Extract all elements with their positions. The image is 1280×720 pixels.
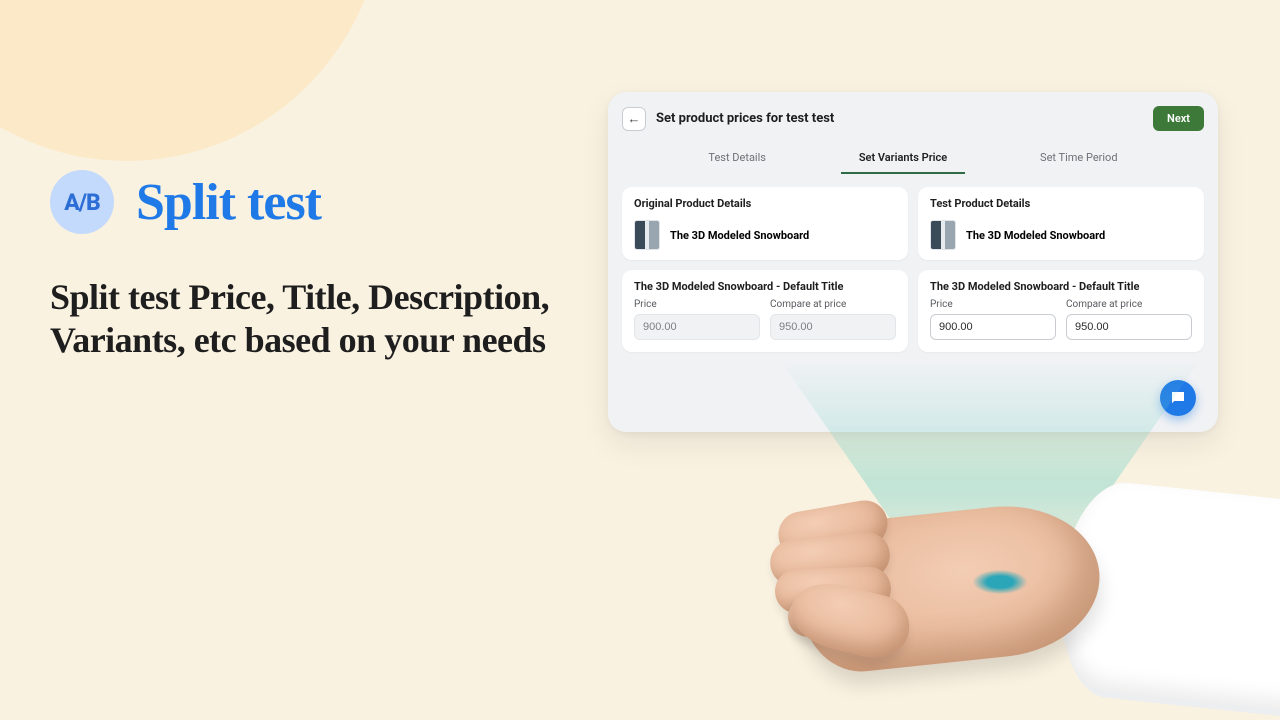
test-compare-label: Compare at price [1066, 299, 1192, 310]
product-thumbnail [930, 220, 956, 250]
original-compare-input [770, 314, 896, 340]
page-title: Split test [136, 173, 321, 232]
back-button[interactable]: ← [622, 107, 646, 131]
original-panel-title: Original Product Details [634, 197, 896, 210]
product-thumbnail [634, 220, 660, 250]
hand-illustration [600, 420, 1280, 720]
test-compare-input[interactable] [1066, 314, 1192, 340]
original-product-name: The 3D Modeled Snowboard [670, 229, 809, 242]
original-variant-card: The 3D Modeled Snowboard - Default Title… [622, 270, 908, 352]
projection-dot [973, 570, 1027, 594]
background-blob [0, 0, 420, 195]
window-header: ← Set product prices for test test Next [622, 106, 1204, 131]
window-title: Set product prices for test test [656, 111, 834, 126]
tab-set-time-period[interactable]: Set Time Period [1030, 145, 1128, 174]
original-compare-label: Compare at price [770, 299, 896, 310]
original-product-panel: Original Product Details The 3D Modeled … [622, 187, 908, 260]
marketing-copy: A/B Split test Split test Price, Title, … [50, 170, 550, 362]
test-variant-card: The 3D Modeled Snowboard - Default Title… [918, 270, 1204, 352]
ab-badge: A/B [50, 170, 114, 234]
test-variant-title: The 3D Modeled Snowboard - Default Title [930, 280, 1192, 293]
original-product-row: The 3D Modeled Snowboard [634, 216, 896, 256]
next-button[interactable]: Next [1153, 106, 1204, 131]
tab-set-variants-price[interactable]: Set Variants Price [849, 145, 957, 174]
page-description: Split test Price, Title, Description, Va… [50, 276, 550, 362]
tab-test-details[interactable]: Test Details [698, 145, 776, 174]
original-price-input [634, 314, 760, 340]
test-product-row: The 3D Modeled Snowboard [930, 216, 1192, 256]
arrow-left-icon: ← [628, 111, 641, 127]
test-product-panel: Test Product Details The 3D Modeled Snow… [918, 187, 1204, 260]
original-price-label: Price [634, 299, 760, 310]
tabs: Test Details Set Variants Price Set Time… [662, 145, 1164, 175]
test-price-label: Price [930, 299, 1056, 310]
product-panels-row: Original Product Details The 3D Modeled … [622, 187, 1204, 260]
original-variant-title: The 3D Modeled Snowboard - Default Title [634, 280, 896, 293]
test-panel-title: Test Product Details [930, 197, 1192, 210]
test-price-input[interactable] [930, 314, 1056, 340]
test-product-name: The 3D Modeled Snowboard [966, 229, 1105, 242]
variant-panels-row: The 3D Modeled Snowboard - Default Title… [622, 270, 1204, 352]
